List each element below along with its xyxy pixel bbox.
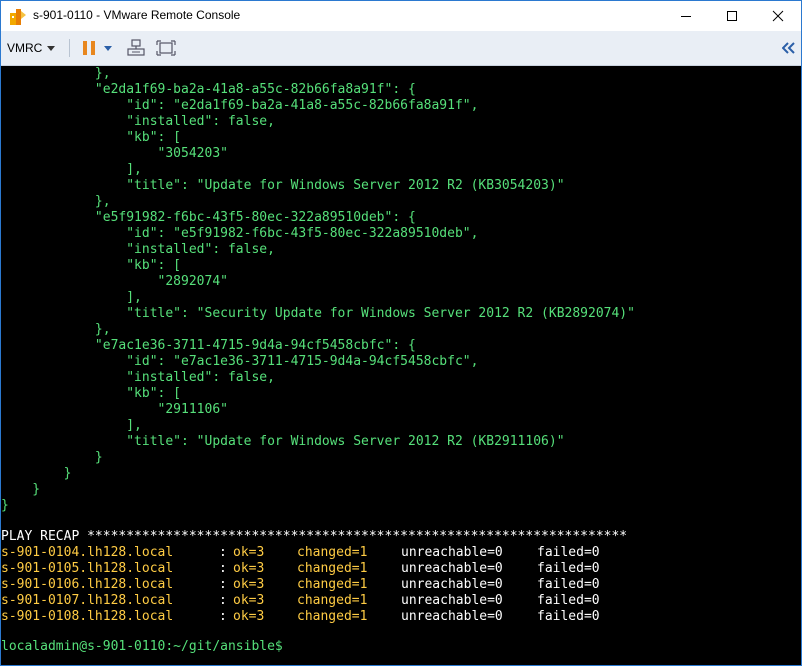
recap-unreachable: unreachable=0 — [401, 577, 503, 592]
terminal-line: "kb": [ — [1, 258, 182, 273]
terminal-line: } — [1, 482, 41, 497]
terminal-line: "id": "e7ac1e36-3711-4715-9d4a-94cf5458c… — [1, 354, 479, 369]
terminal-line: } — [1, 450, 103, 465]
power-options-dropdown[interactable] — [103, 39, 113, 57]
recap-failed: failed=0 — [537, 609, 600, 624]
send-ctrl-alt-del-button[interactable] — [127, 39, 145, 57]
pause-button[interactable] — [81, 39, 97, 57]
recap-ok: ok=3 — [233, 593, 265, 608]
terminal-line: "e7ac1e36-3711-4715-9d4a-94cf5458cbfc": … — [1, 338, 416, 353]
maximize-button[interactable] — [709, 1, 755, 31]
collapse-toolbar-button[interactable] — [781, 39, 797, 57]
terminal-line: ], — [1, 162, 142, 177]
terminal-line: }, — [1, 66, 111, 81]
recap-unreachable: unreachable=0 — [401, 561, 503, 576]
recap-changed: changed=1 — [297, 577, 368, 592]
dropdown-icon — [104, 45, 112, 51]
recap-host: s-901-0105.lh128.local — [1, 561, 174, 576]
vmrc-menu-button[interactable]: VMRC — [7, 38, 56, 58]
recap-host: s-901-0108.lh128.local — [1, 609, 174, 624]
recap-unreachable: unreachable=0 — [401, 609, 503, 624]
recap-ok: ok=3 — [233, 545, 265, 560]
play-recap-header: PLAY RECAP *****************************… — [1, 529, 628, 544]
recap-failed: failed=0 — [537, 561, 600, 576]
recap-changed: changed=1 — [297, 545, 368, 560]
recap-separator: : — [219, 561, 227, 576]
terminal-line: "id": "e2da1f69-ba2a-41a8-a55c-82b66fa8a… — [1, 98, 479, 113]
toolbar-divider — [69, 39, 70, 57]
recap-separator: : — [219, 545, 227, 560]
terminal-line: "kb": [ — [1, 386, 182, 401]
recap-host: s-901-0106.lh128.local — [1, 577, 174, 592]
vmrc-window: s-901-0110 - VMware Remote Console VMRC — [0, 0, 802, 666]
close-button[interactable] — [755, 1, 801, 31]
terminal-line: "2911106" — [1, 402, 228, 417]
window-title: s-901-0110 - VMware Remote Console — [33, 8, 241, 22]
recap-host: s-901-0104.lh128.local — [1, 545, 174, 560]
terminal-line: "title": "Security Update for Windows Se… — [1, 306, 635, 321]
recap-failed: failed=0 — [537, 577, 600, 592]
terminal-line: "3054203" — [1, 146, 228, 161]
recap-separator: : — [219, 577, 227, 592]
maximize-icon — [727, 11, 737, 21]
fit-guest-icon — [156, 40, 176, 56]
recap-changed: changed=1 — [297, 593, 368, 608]
vmware-app-icon — [9, 8, 27, 26]
terminal-line: } — [1, 466, 72, 481]
recap-failed: failed=0 — [537, 545, 600, 560]
terminal-line: "id": "e5f91982-f6bc-43f5-80ec-322a89510… — [1, 226, 479, 241]
recap-ok: ok=3 — [233, 577, 265, 592]
toolbar: VMRC — [1, 31, 801, 66]
recap-changed: changed=1 — [297, 609, 368, 624]
terminal-line: "kb": [ — [1, 130, 182, 145]
recap-unreachable: unreachable=0 — [401, 593, 503, 608]
minimize-button[interactable] — [663, 1, 709, 31]
terminal-line: }, — [1, 194, 111, 209]
recap-changed: changed=1 — [297, 561, 368, 576]
terminal-line: "e5f91982-f6bc-43f5-80ec-322a89510deb": … — [1, 210, 416, 225]
terminal-line: "2892074" — [1, 274, 228, 289]
terminal-line: "e2da1f69-ba2a-41a8-a55c-82b66fa8a91f": … — [1, 82, 416, 97]
minimize-icon — [681, 16, 691, 17]
terminal-line: "title": "Update for Windows Server 2012… — [1, 178, 565, 193]
terminal-line: "title": "Update for Windows Server 2012… — [1, 434, 565, 449]
recap-separator: : — [219, 609, 227, 624]
recap-unreachable: unreachable=0 — [401, 545, 503, 560]
recap-failed: failed=0 — [537, 593, 600, 608]
terminal-line: "installed": false, — [1, 242, 275, 257]
title-bar[interactable]: s-901-0110 - VMware Remote Console — [1, 1, 801, 31]
pause-icon — [83, 41, 95, 55]
collapse-icon — [782, 42, 795, 54]
send-ctrl-alt-del-icon — [127, 39, 145, 56]
vmrc-menu-label: VMRC — [7, 41, 43, 55]
guest-console[interactable]: }, "e2da1f69-ba2a-41a8-a55c-82b66fa8a91f… — [1, 66, 801, 665]
shell-prompt: localadmin@s-901-0110:~/git/ansible$ — [1, 639, 283, 654]
terminal-line: "installed": false, — [1, 370, 275, 385]
recap-host: s-901-0107.lh128.local — [1, 593, 174, 608]
fit-guest-button[interactable] — [155, 39, 177, 57]
terminal-line: ], — [1, 418, 142, 433]
terminal-line: } — [1, 498, 9, 513]
recap-ok: ok=3 — [233, 609, 265, 624]
chevron-down-icon — [47, 45, 56, 51]
recap-separator: : — [219, 593, 227, 608]
terminal-line: ], — [1, 290, 142, 305]
terminal-line: "installed": false, — [1, 114, 275, 129]
recap-ok: ok=3 — [233, 561, 265, 576]
terminal-line: }, — [1, 322, 111, 337]
close-icon — [772, 10, 784, 22]
